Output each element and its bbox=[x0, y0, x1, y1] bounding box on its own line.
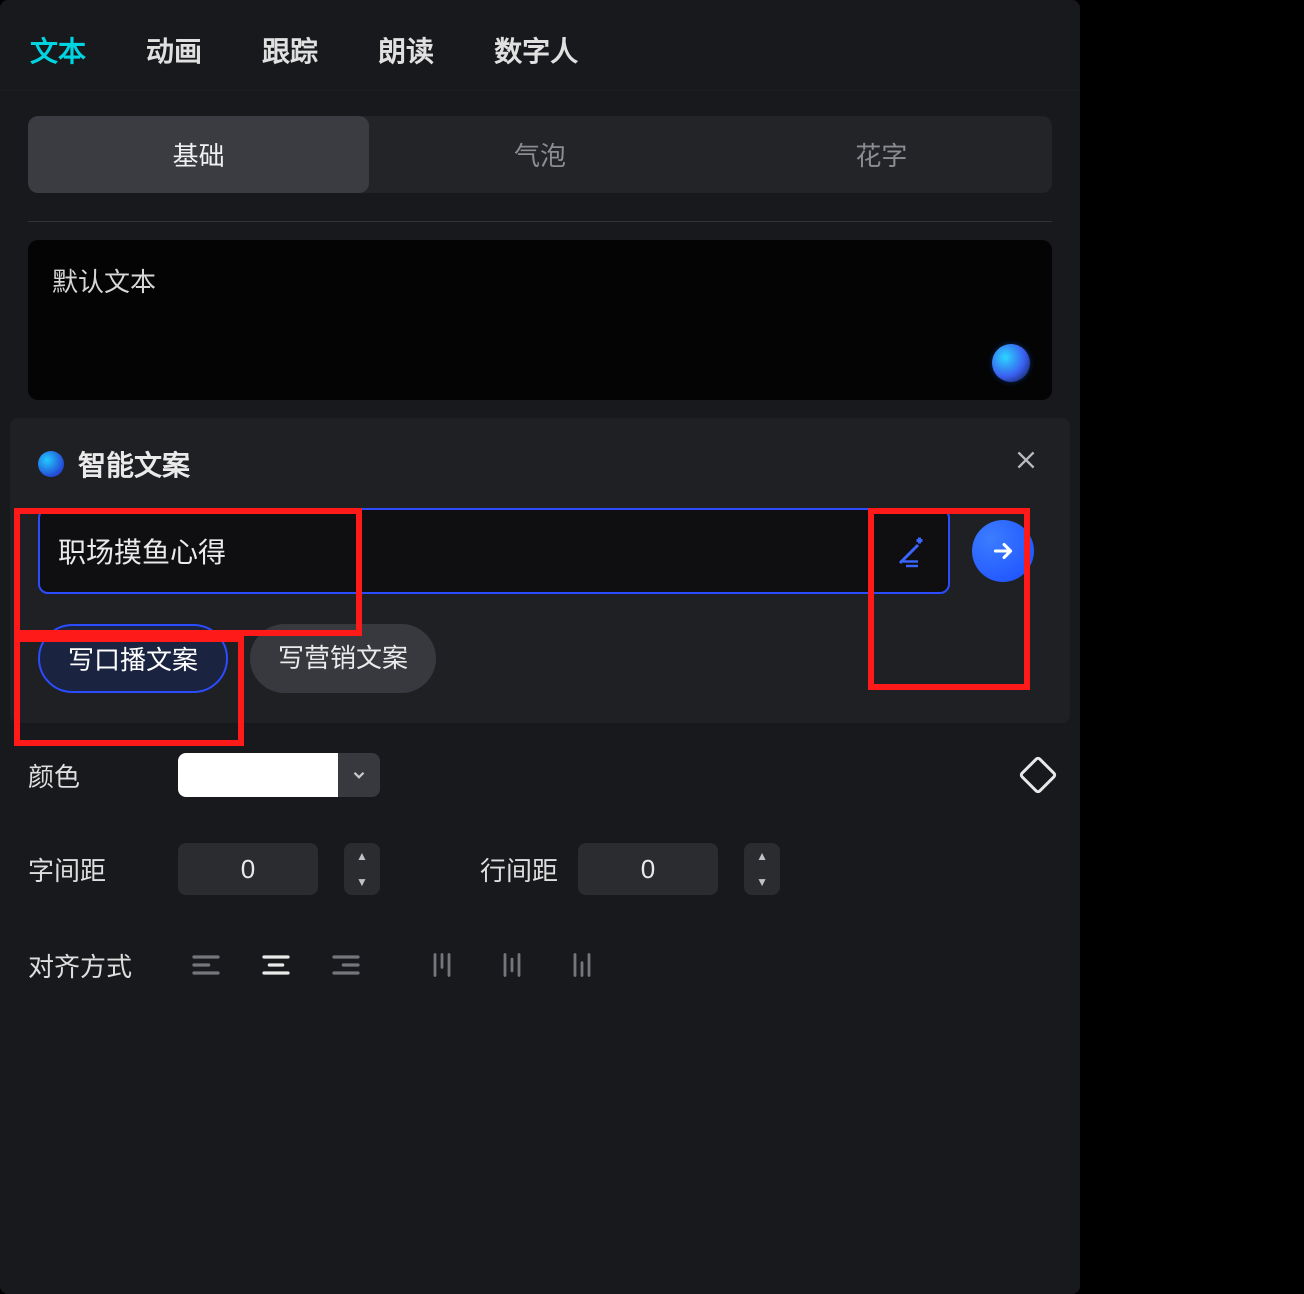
ai-panel-title: 智能文案 bbox=[78, 444, 190, 484]
divider bbox=[28, 221, 1052, 222]
close-icon[interactable] bbox=[1010, 444, 1042, 476]
row-color: 颜色 bbox=[28, 753, 1052, 797]
ai-logo-icon bbox=[38, 451, 64, 477]
label-line-spacing: 行间距 bbox=[480, 851, 558, 888]
stepper-up-icon[interactable]: ▲ bbox=[344, 843, 380, 869]
stepper-down-icon[interactable]: ▼ bbox=[744, 869, 780, 895]
align-vertical-group bbox=[414, 941, 610, 989]
sub-tab-fancy[interactable]: 花字 bbox=[711, 116, 1052, 193]
valign-bottom-icon[interactable] bbox=[554, 941, 610, 989]
label-color: 颜色 bbox=[28, 757, 158, 794]
keyframe-diamond-icon[interactable] bbox=[1018, 755, 1058, 795]
ai-panel-header: 智能文案 bbox=[38, 444, 1042, 484]
sub-tab-bubble[interactable]: 气泡 bbox=[369, 116, 710, 193]
text-panel: 文本 动画 跟踪 朗读 数字人 基础 气泡 花字 默认文本 智能文案 bbox=[0, 0, 1080, 1294]
ai-orb-icon[interactable] bbox=[992, 344, 1030, 382]
label-letter-spacing: 字间距 bbox=[28, 851, 158, 888]
tab-digital-human[interactable]: 数字人 bbox=[494, 30, 578, 70]
row-align: 对齐方式 bbox=[28, 941, 1052, 989]
send-button[interactable] bbox=[972, 520, 1034, 582]
stepper-down-icon[interactable]: ▼ bbox=[344, 869, 380, 895]
chip-voiceover-copy[interactable]: 写口播文案 bbox=[38, 624, 228, 693]
tab-animation[interactable]: 动画 bbox=[146, 30, 202, 70]
text-input-box[interactable]: 默认文本 bbox=[28, 240, 1052, 400]
letter-spacing-stepper[interactable]: ▲ ▼ bbox=[344, 843, 380, 895]
line-spacing-input[interactable]: 0 bbox=[578, 843, 718, 895]
ai-input-wrap bbox=[38, 508, 950, 594]
align-center-icon[interactable] bbox=[248, 941, 304, 989]
valign-top-icon[interactable] bbox=[414, 941, 470, 989]
ai-copywriting-panel: 智能文案 写口播文案 写营销文案 bbox=[10, 418, 1070, 723]
tab-track[interactable]: 跟踪 bbox=[262, 30, 318, 70]
text-input-placeholder: 默认文本 bbox=[52, 262, 1028, 299]
tab-text[interactable]: 文本 bbox=[30, 30, 86, 70]
chip-marketing-copy[interactable]: 写营销文案 bbox=[250, 624, 436, 693]
valign-middle-icon[interactable] bbox=[484, 941, 540, 989]
align-left-icon[interactable] bbox=[178, 941, 234, 989]
color-dropdown-button[interactable] bbox=[338, 753, 380, 797]
line-spacing-stepper[interactable]: ▲ ▼ bbox=[744, 843, 780, 895]
sub-tab-bar: 基础 气泡 花字 bbox=[28, 116, 1052, 193]
top-tab-bar: 文本 动画 跟踪 朗读 数字人 bbox=[0, 0, 1080, 91]
align-horizontal-group bbox=[178, 941, 374, 989]
magic-wand-icon[interactable] bbox=[894, 533, 930, 569]
letter-spacing-input[interactable]: 0 bbox=[178, 843, 318, 895]
text-settings: 颜色 字间距 0 ▲ ▼ 行间距 0 ▲ ▼ bbox=[0, 723, 1080, 989]
stepper-up-icon[interactable]: ▲ bbox=[744, 843, 780, 869]
ai-input-row bbox=[38, 508, 1042, 594]
align-right-icon[interactable] bbox=[318, 941, 374, 989]
row-spacing: 字间距 0 ▲ ▼ 行间距 0 ▲ ▼ bbox=[28, 843, 1052, 895]
label-align: 对齐方式 bbox=[28, 947, 158, 984]
sub-tab-basic[interactable]: 基础 bbox=[28, 116, 369, 193]
ai-chip-row: 写口播文案 写营销文案 bbox=[38, 624, 1042, 693]
color-swatch[interactable] bbox=[178, 753, 338, 797]
tab-read[interactable]: 朗读 bbox=[378, 30, 434, 70]
ai-prompt-input[interactable] bbox=[58, 535, 886, 567]
